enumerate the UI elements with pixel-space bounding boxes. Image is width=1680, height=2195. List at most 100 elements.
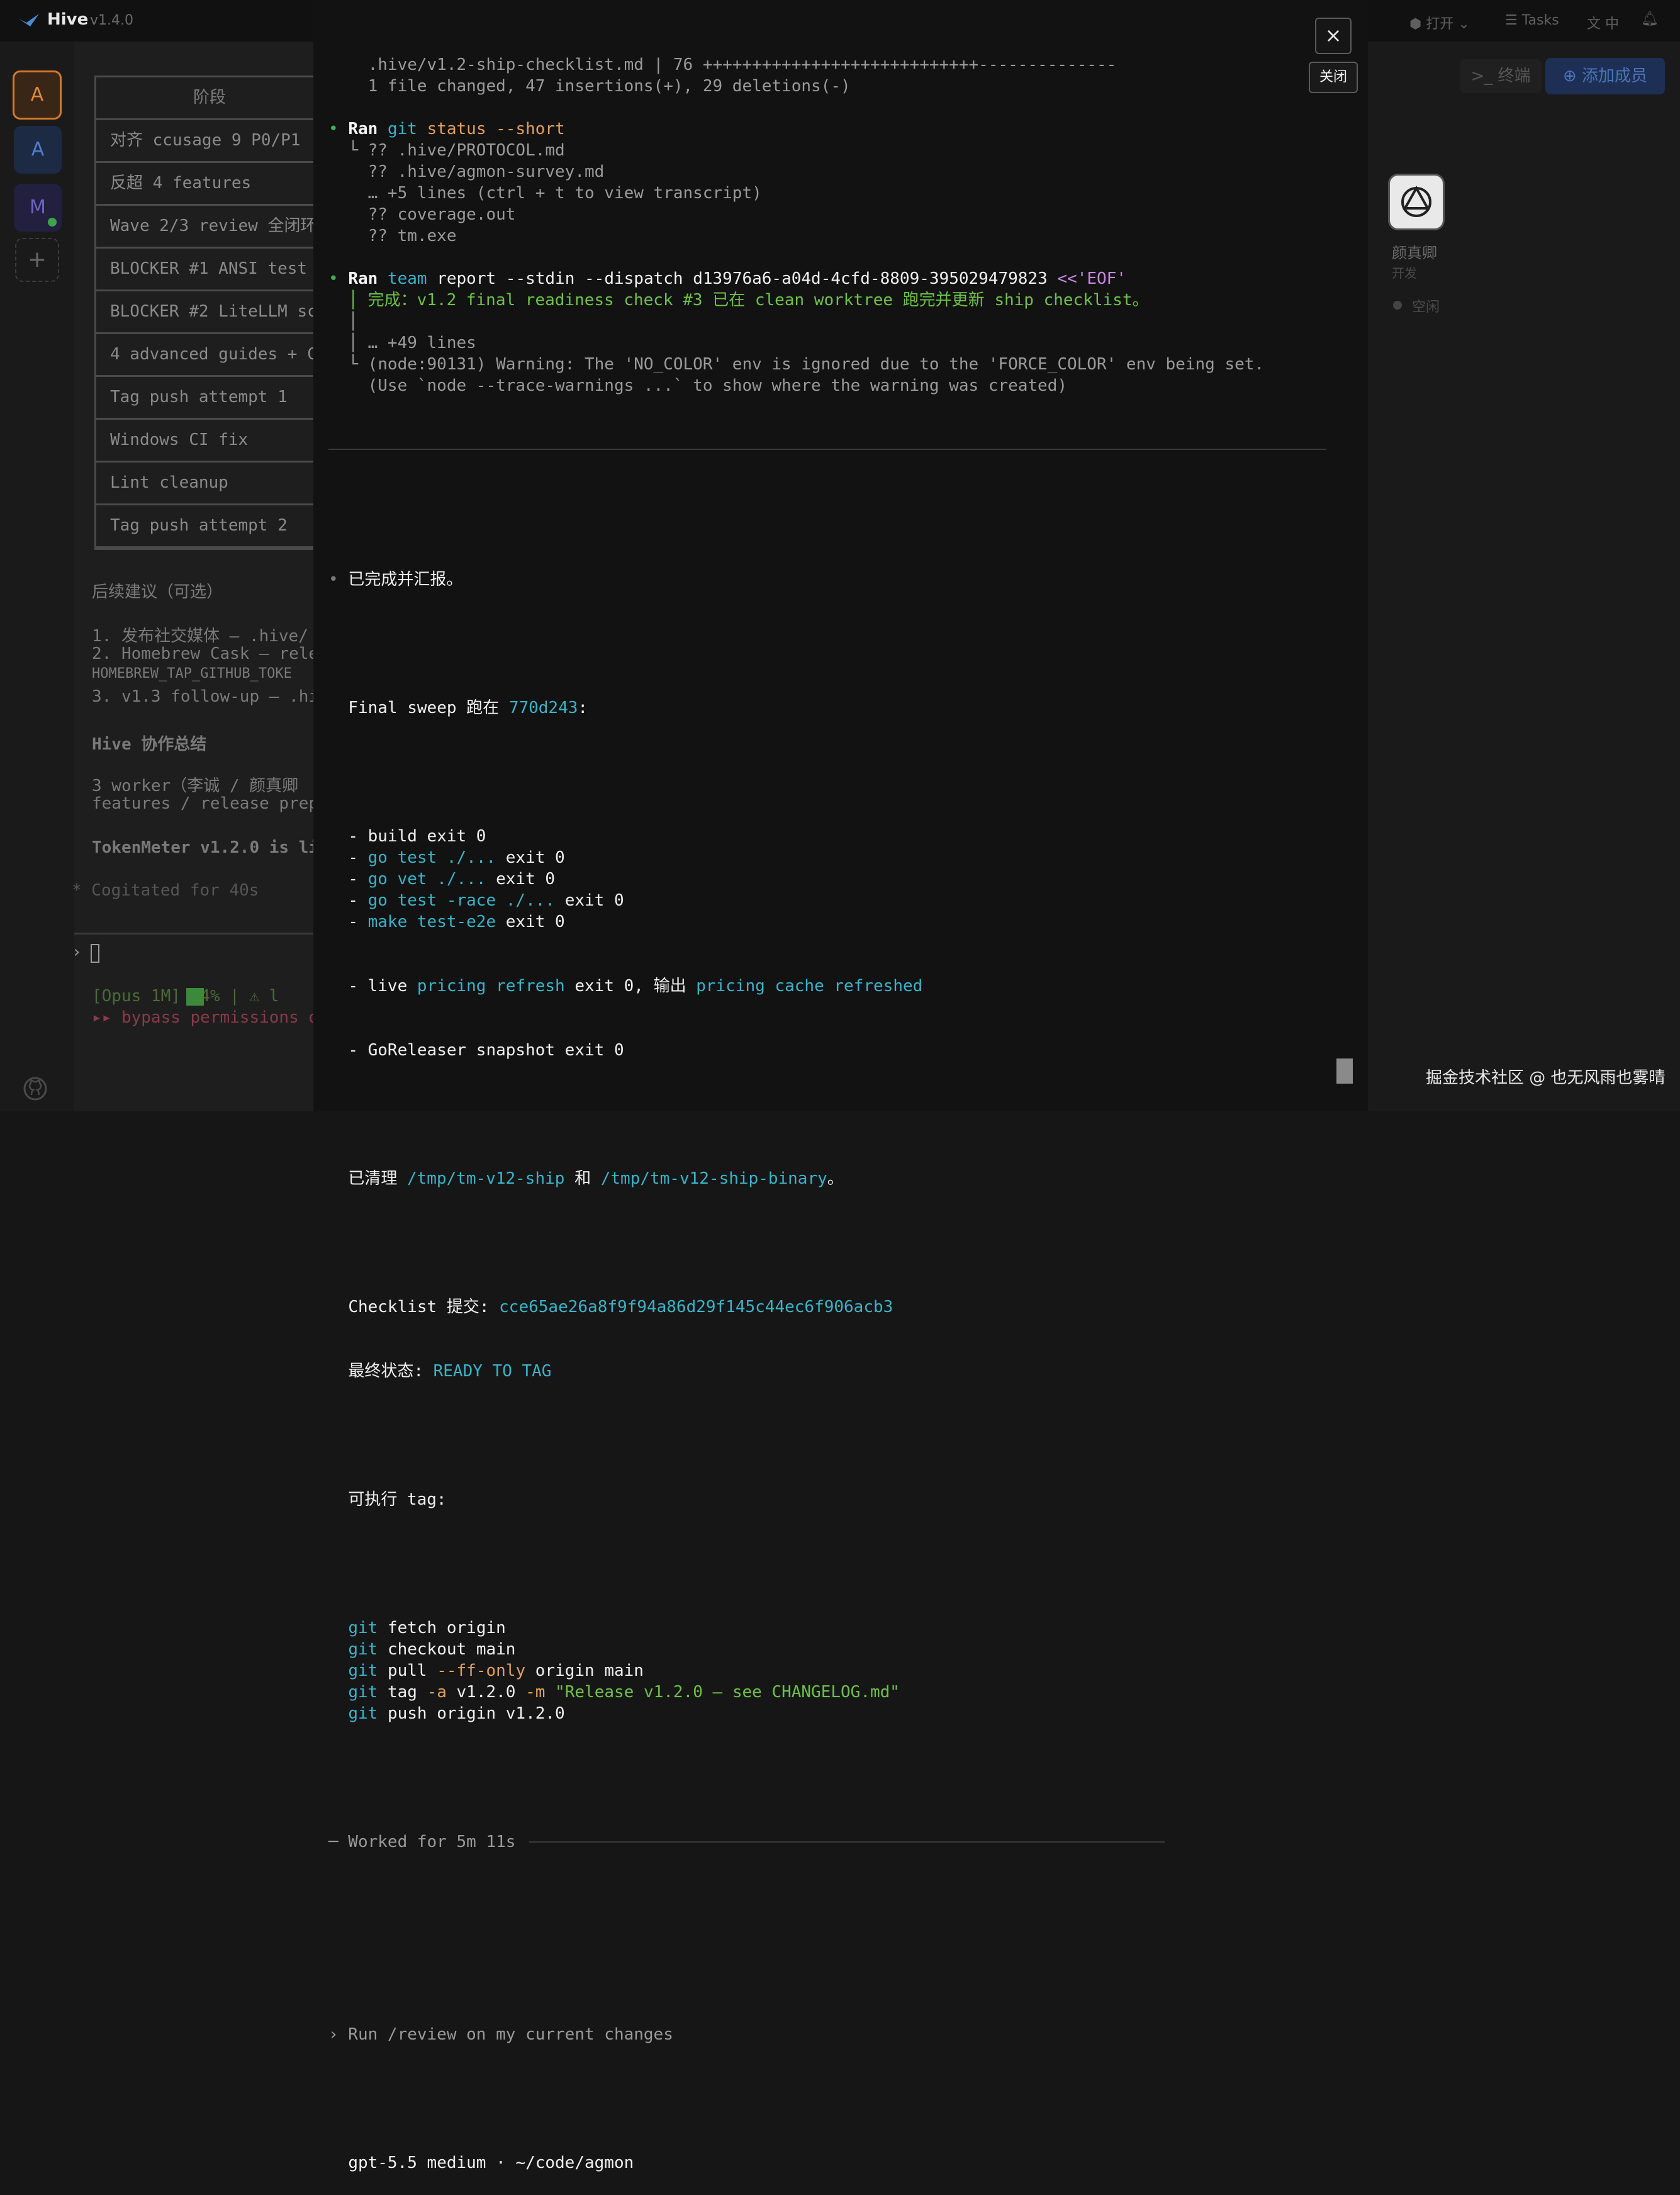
transcript-body: .hive/v1.2-ship-checklist.md | 76 ++++++… (328, 11, 1335, 2195)
context-meter (186, 988, 204, 1006)
transcript-line: └ ?? .hive/PROTOCOL.md (328, 141, 565, 160)
final-sweep-line: Final sweep 跑在 770d243: (348, 699, 588, 717)
cube-icon: ⬢ (1409, 16, 1426, 32)
transcript-line (328, 247, 1335, 268)
open-menu-button[interactable]: ⬢ 打开 ⌄ (1409, 13, 1470, 33)
app-name: Hive (47, 10, 89, 29)
transcript-line (328, 97, 1335, 118)
transcript-line: │ … +49 lines (328, 334, 476, 352)
transcript-line: │ (328, 312, 358, 331)
prompt-caret: › (72, 943, 82, 962)
worked-summary: ─ Worked for 5m 11s (328, 1831, 1335, 1853)
transcript-line: • Ran git status --short (328, 120, 565, 138)
status-dot (1393, 301, 1402, 310)
stage-table: 阶段 对齐 ccusage 9 P0/P1 反超 4 features Wave 2… (94, 76, 323, 550)
stage-row: Windows CI fix (96, 420, 323, 463)
stage-row: BLOCKER #1 ANSI test (96, 249, 323, 291)
followup-line: 2. Homebrew Cask — relea (92, 644, 328, 663)
ran-label: Ran (348, 269, 388, 288)
git-command-line: git pull --ff-only origin main (348, 1661, 644, 1680)
add-user-icon: ⊕ (1562, 67, 1582, 86)
release-live-line: TokenMeter v1.2.0 is liv (92, 838, 328, 857)
member-role: 开发 (1392, 266, 1417, 281)
list-icon: ☰ (1505, 13, 1522, 28)
transcript-line: .hive/v1.2-ship-checklist.md | 76 ++++++… (328, 55, 1117, 74)
stage-row: Tag push attempt 2 (96, 505, 323, 548)
checklist-commit-line: Checklist 提交: cce65ae26a8f9f94a86d29f145… (348, 1298, 893, 1316)
report-done: • 已完成并汇报。 (328, 570, 463, 589)
member-avatar-a-active[interactable]: A (13, 70, 62, 120)
transcript-line: ?? tm.exe (328, 227, 457, 245)
watermark: 掘金技术社区 @ 也无风雨也雾晴 (1426, 1069, 1666, 1087)
check-line: - make test-e2e exit 0 (348, 912, 565, 931)
add-member-button[interactable]: ⊕ 添加成员 (1545, 58, 1665, 94)
stage-row: 对齐 ccusage 9 P0/P1 (96, 120, 323, 163)
bell-icon[interactable]: 🔔︎ (1641, 11, 1659, 27)
model-footer: gpt-5.5 medium · ~/code/agmon (348, 2153, 634, 2172)
online-status-dot (48, 218, 57, 227)
followup-line: 3. v1.3 follow-up — .hiv (92, 687, 328, 706)
summary-line: 3 worker（李诚 / 颜真卿 (92, 777, 299, 795)
check-line: - GoReleaser snapshot exit 0 (348, 1041, 624, 1060)
followups-title: 后续建议（可选） (92, 583, 223, 602)
stage-row: 反超 4 features (96, 163, 323, 206)
stage-row: BLOCKER #2 LiteLLM sch (96, 291, 323, 334)
member-status: 空闲 (1412, 300, 1440, 315)
exec-tag-title: 可执行 tag: (348, 1490, 447, 1509)
git-command-line: git fetch origin (348, 1619, 506, 1637)
chevron-down-icon: ⌄ (1458, 16, 1470, 32)
transcript-line: … +5 lines (ctrl + t to view transcript) (328, 184, 762, 203)
check-line: - go test -race ./... exit 0 (348, 891, 624, 910)
transcript-line: (Use `node --trace-warnings ...` to show… (328, 376, 1067, 395)
divider (328, 449, 1326, 450)
transcript-line: ?? .hive/agmon-survey.md (328, 162, 605, 181)
stage-row: Tag push attempt 1 (96, 377, 323, 420)
command-name: team (387, 269, 437, 288)
terminal-button[interactable]: >_ 终端 (1460, 59, 1542, 93)
transcript-line: ?? coverage.out (328, 205, 516, 224)
app-version: v1.4.0 (90, 13, 133, 28)
github-icon[interactable] (23, 1076, 48, 1101)
stage-row: 4 advanced guides + CH (96, 334, 323, 377)
translate-icon: 文 (1587, 16, 1605, 32)
transcript-line: 1 file changed, 47 insertions(+), 29 del… (328, 77, 851, 96)
git-command-line: git tag -a v1.2.0 -m "Release v1.2.0 — s… (348, 1683, 900, 1702)
ran-label: Ran (348, 120, 388, 138)
stage-row: Wave 2/3 review 全闭环 (96, 206, 323, 249)
check-line: - build exit 0 (348, 827, 486, 846)
bypass-permissions-line: ▸▸ bypass permissions on (92, 1008, 328, 1027)
member-avatar-a[interactable]: A (14, 126, 62, 174)
prompt-input[interactable] (91, 944, 99, 963)
summary-line: features / release prep (92, 794, 319, 813)
final-state-line: 最终状态: READY TO TAG (348, 1362, 552, 1381)
close-tooltip: 关闭 (1309, 62, 1358, 93)
summary-title: Hive 协作总结 (92, 735, 207, 754)
openai-logo-icon[interactable] (1388, 174, 1445, 230)
followup-line: 1. 发布社交媒体 — .hive/ (92, 627, 308, 646)
member-name: 颜真卿 (1392, 244, 1437, 262)
close-icon[interactable]: × (1315, 18, 1352, 54)
suggested-prompt[interactable]: › Run /review on my current changes (328, 2024, 1335, 2045)
command-name: git (387, 120, 427, 138)
check-line: - live pricing refresh exit 0, 输出 pricin… (348, 977, 923, 996)
check-line: - go vet ./... exit 0 (348, 870, 556, 889)
stage-row: Lint cleanup (96, 463, 323, 505)
hive-logo-icon (18, 11, 43, 30)
check-line: - go test ./... exit 0 (348, 848, 565, 867)
followup-line: HOMEBREW_TAP_GITHUB_TOKE (92, 666, 292, 682)
cogitated-status: * Cogitated for 40s (72, 881, 259, 900)
input-divider (74, 933, 313, 935)
tasks-button[interactable]: ☰ Tasks (1505, 13, 1559, 28)
language-toggle[interactable]: 文 中 (1587, 13, 1619, 33)
add-agent-button[interactable]: + (15, 238, 59, 282)
scrollbar-thumb[interactable] (1336, 1058, 1353, 1084)
stage-table-header: 阶段 (96, 77, 323, 120)
terminal-icon: >_ (1470, 67, 1498, 86)
model-status-line: [Opus 1M] 44% | ⚠ l (92, 987, 279, 1006)
git-command-line: git checkout main (348, 1640, 516, 1659)
git-command-line: git push origin v1.2.0 (348, 1704, 565, 1723)
transcript-line: │ 完成：v1.2 final readiness check #3 已在 cl… (328, 291, 1149, 310)
cleaned-line: 已清理 /tmp/tm-v12-ship 和 /tmp/tm-v12-ship-… (348, 1169, 844, 1188)
transcript-line: └ (node:90131) Warning: The 'NO_COLOR' e… (328, 355, 1265, 374)
transcript-line: • Ran team report --stdin --dispatch d13… (328, 269, 1126, 288)
